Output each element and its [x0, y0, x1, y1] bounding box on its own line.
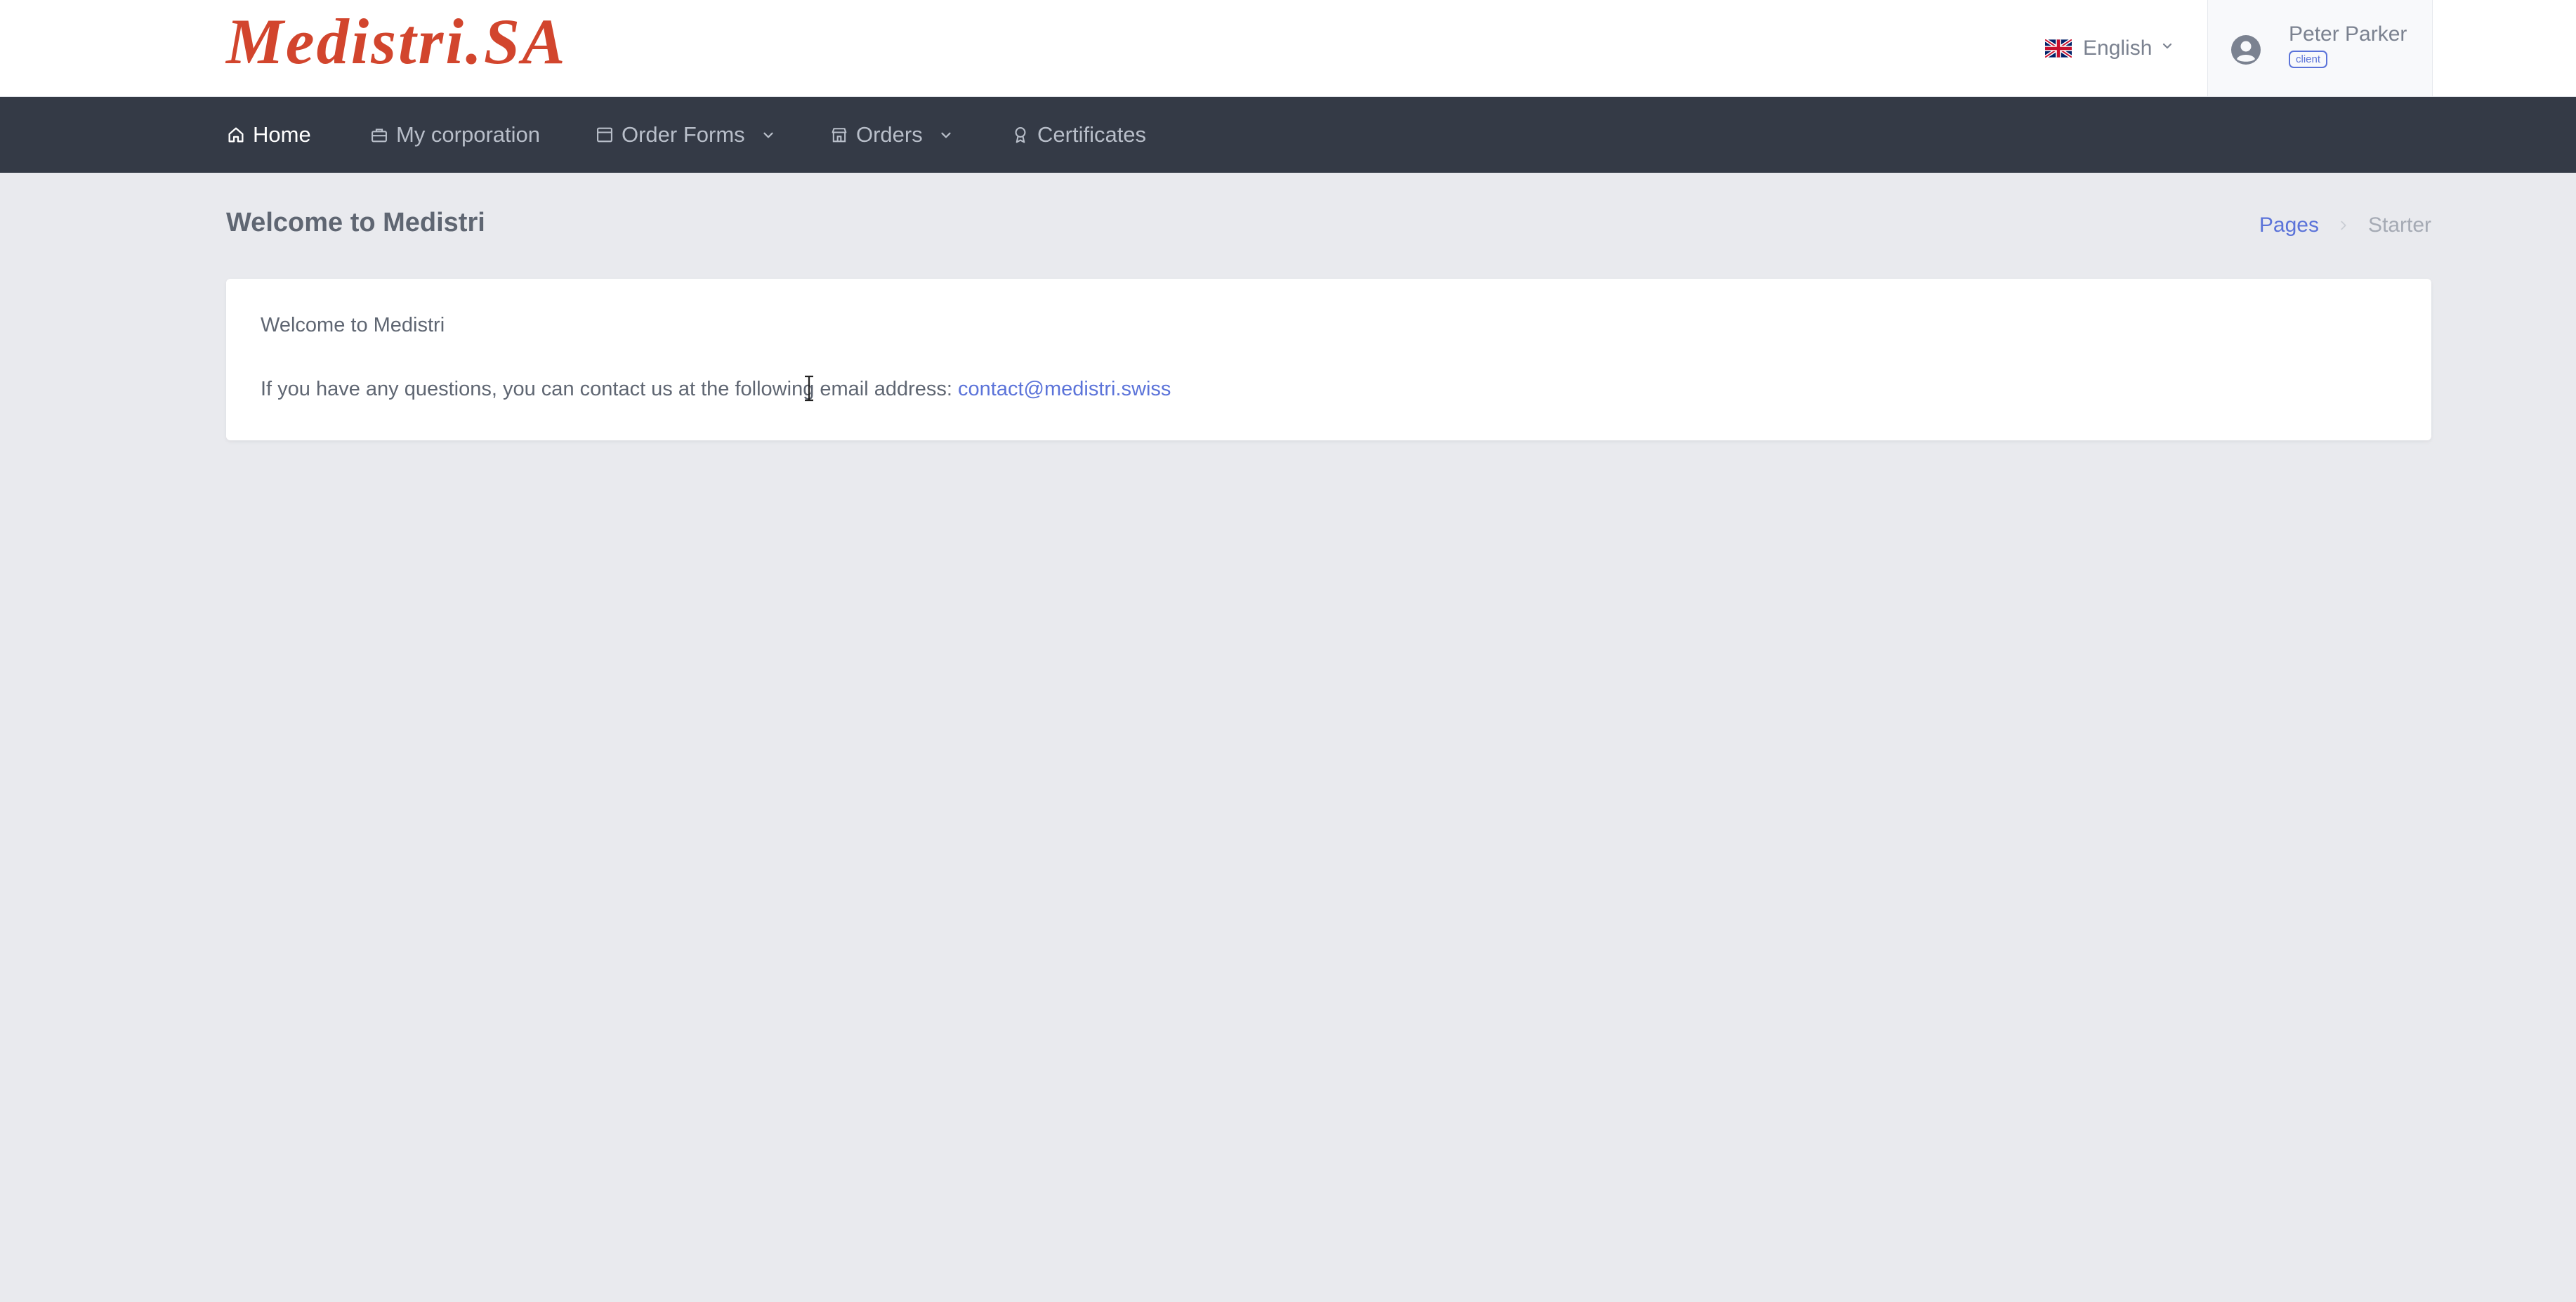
page-title: Welcome to Medistri	[226, 208, 485, 237]
chevron-down-icon	[763, 132, 773, 138]
chevron-down-icon	[2163, 43, 2172, 49]
nav-label-orders: Orders	[856, 122, 923, 147]
breadcrumb: Pages Starter	[2259, 213, 2431, 237]
breadcrumb-current: Starter	[2367, 213, 2431, 237]
welcome-text: Welcome to Medistri	[261, 314, 445, 336]
user-role-badge: client	[2289, 51, 2328, 68]
breadcrumb-pages-link[interactable]: Pages	[2259, 213, 2319, 237]
nav-item-my-corporation[interactable]: My corporation	[369, 97, 540, 173]
contact-email-link[interactable]: contact@medistri.swiss	[958, 378, 1171, 400]
award-icon	[1015, 127, 1026, 143]
contact-text: If you have any questions, you can conta…	[261, 378, 1171, 401]
chevron-right-icon	[2341, 221, 2346, 230]
top-header: Medistri.SA English Peter Parker client	[0, 0, 2576, 97]
text-cursor-icon	[805, 375, 813, 402]
nav-label-home: Home	[253, 122, 311, 147]
chevron-down-icon	[941, 132, 951, 138]
language-selector[interactable]: English	[2045, 32, 2174, 65]
nav-label-certificates: Certificates	[1037, 122, 1147, 147]
user-avatar-icon	[2231, 35, 2261, 65]
home-icon	[228, 127, 244, 143]
user-menu[interactable]: Peter Parker client	[2207, 0, 2433, 96]
store-icon	[832, 128, 847, 143]
nav-item-home[interactable]: Home	[226, 97, 311, 173]
briefcase-icon	[372, 129, 387, 143]
main-navbar: Home My corporation Order Forms Orders C…	[0, 97, 2576, 173]
uk-flag-icon	[2045, 39, 2072, 58]
nav-item-order-forms[interactable]: Order Forms	[595, 97, 776, 173]
medistri-logo[interactable]: Medistri.SA	[226, 9, 567, 74]
nav-item-certificates[interactable]: Certificates	[1011, 97, 1146, 173]
nav-label-my-corporation: My corporation	[396, 122, 541, 147]
language-label: English	[2083, 37, 2153, 60]
user-name: Peter Parker	[2289, 22, 2407, 46]
welcome-card: Welcome to Medistri If you have any ques…	[226, 279, 2431, 440]
window-icon	[597, 127, 612, 143]
nav-label-order-forms: Order Forms	[622, 122, 745, 147]
nav-item-orders[interactable]: Orders	[829, 97, 954, 173]
contact-prompt: If you have any questions, you can conta…	[261, 378, 959, 400]
